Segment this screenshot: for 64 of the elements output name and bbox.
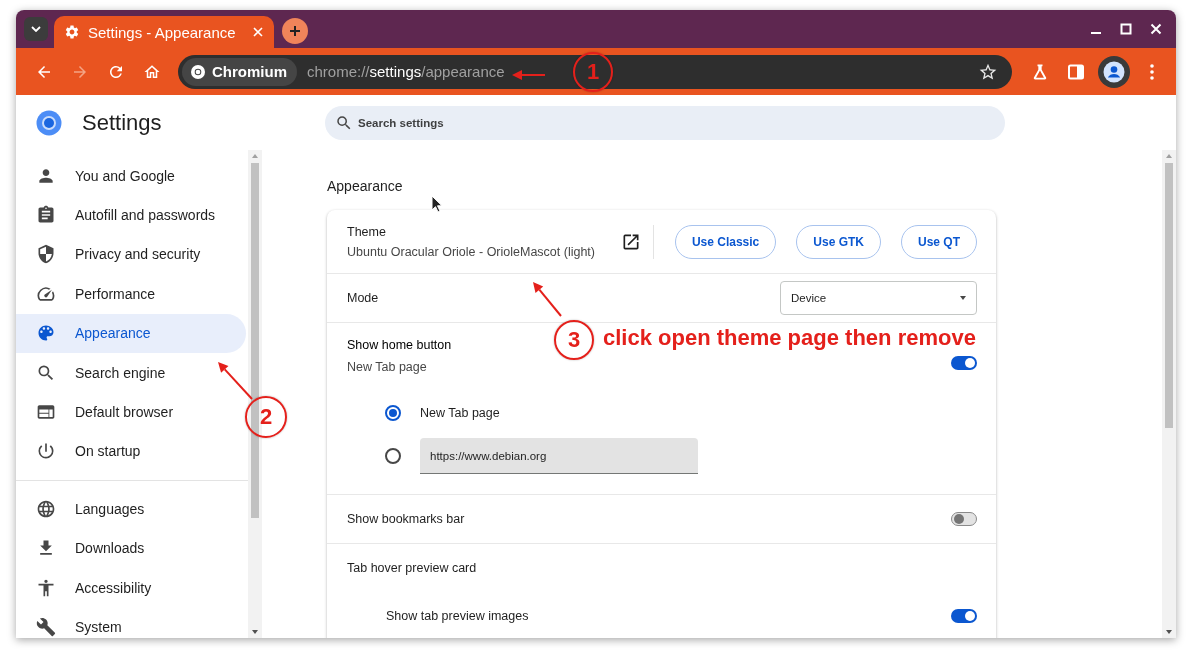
toggle-switch[interactable] xyxy=(951,356,977,370)
sidebar-item[interactable]: Search engine xyxy=(16,352,246,393)
toggle-switch[interactable] xyxy=(951,609,977,623)
wrench-icon xyxy=(36,617,56,637)
radio-button[interactable] xyxy=(385,405,401,421)
sidebar-item[interactable]: Accessibility xyxy=(16,567,246,608)
mode-dropdown[interactable]: Device xyxy=(780,281,977,315)
clipboard-icon xyxy=(36,205,56,226)
logo-icon xyxy=(36,109,62,136)
arrow xyxy=(218,362,253,400)
step-number: 1 xyxy=(573,52,613,92)
url-text: chrome://settings/appearance xyxy=(307,63,505,80)
theme-button[interactable]: Use Classic xyxy=(674,224,777,259)
sidebar-item[interactable]: Languages xyxy=(16,489,246,529)
close-icon[interactable] xyxy=(1150,23,1162,35)
section-heading: Appearance xyxy=(327,178,404,194)
toggle-switch[interactable] xyxy=(951,512,977,526)
setting-label: Mode xyxy=(347,291,379,305)
maximize-icon[interactable] xyxy=(1120,23,1132,35)
globe-icon xyxy=(36,498,56,519)
theme-button[interactable]: Use GTK xyxy=(796,224,881,259)
side-panel-icon[interactable] xyxy=(1068,63,1084,80)
sidebar-item[interactable]: You and Google xyxy=(16,156,246,196)
sidebar-item[interactable]: System xyxy=(16,607,246,638)
setting-label: Show bookmarks bar xyxy=(347,512,465,526)
chevron-down-icon xyxy=(31,26,41,32)
site-chip[interactable]: Chromium xyxy=(182,57,297,86)
annotation-text: click open theme page then remove xyxy=(603,325,976,351)
search-icon xyxy=(335,113,353,132)
sidebar-item[interactable]: Default browser xyxy=(16,392,246,432)
theme-name: Ubuntu Oracular Oriole - OrioleMascot (light) xyxy=(347,244,595,259)
radio-button[interactable] xyxy=(385,448,401,464)
shield-icon xyxy=(36,244,56,265)
setting-label: Tab hover preview card xyxy=(347,561,477,575)
theme-button[interactable]: Use QT xyxy=(901,224,977,259)
profile-avatar[interactable] xyxy=(1098,55,1130,88)
scrollbar[interactable] xyxy=(1162,150,1176,638)
step-number: 2 xyxy=(245,396,287,438)
sidebar-item[interactable]: Privacy and security xyxy=(16,234,246,275)
ring-icon xyxy=(190,63,206,80)
gear-icon xyxy=(64,24,80,40)
setting-label: Theme xyxy=(347,224,386,239)
radio-label: New Tab page xyxy=(420,406,500,420)
scrollbar[interactable] xyxy=(248,150,262,638)
new-tab-button[interactable] xyxy=(282,18,308,44)
sidebar-item[interactable]: Performance xyxy=(16,274,246,314)
sidebar-item[interactable]: Autofill and passwords xyxy=(16,195,246,235)
setting-description: New Tab page xyxy=(347,360,427,374)
page-title: Settings xyxy=(82,109,162,136)
menu-icon[interactable] xyxy=(1150,63,1154,80)
setting-label: Show tab preview images xyxy=(386,609,529,623)
sidebar-item[interactable]: Downloads xyxy=(16,528,246,568)
accessibility-icon xyxy=(36,577,56,598)
arrow xyxy=(533,282,562,317)
url-field[interactable]: https://www.debian.org xyxy=(420,438,698,474)
arrow xyxy=(512,70,546,80)
tab-list-button[interactable] xyxy=(24,17,48,41)
sidebar-item[interactable]: On startup xyxy=(16,431,246,472)
sidebar-item[interactable]: Appearance xyxy=(16,313,246,353)
search-field[interactable]: Search settings xyxy=(325,105,1005,140)
setting-label: Show home button xyxy=(347,338,452,352)
browser-tab[interactable]: Settings - Appearance xyxy=(54,16,274,48)
step-number: 3 xyxy=(554,320,594,360)
plus-icon xyxy=(289,25,301,37)
